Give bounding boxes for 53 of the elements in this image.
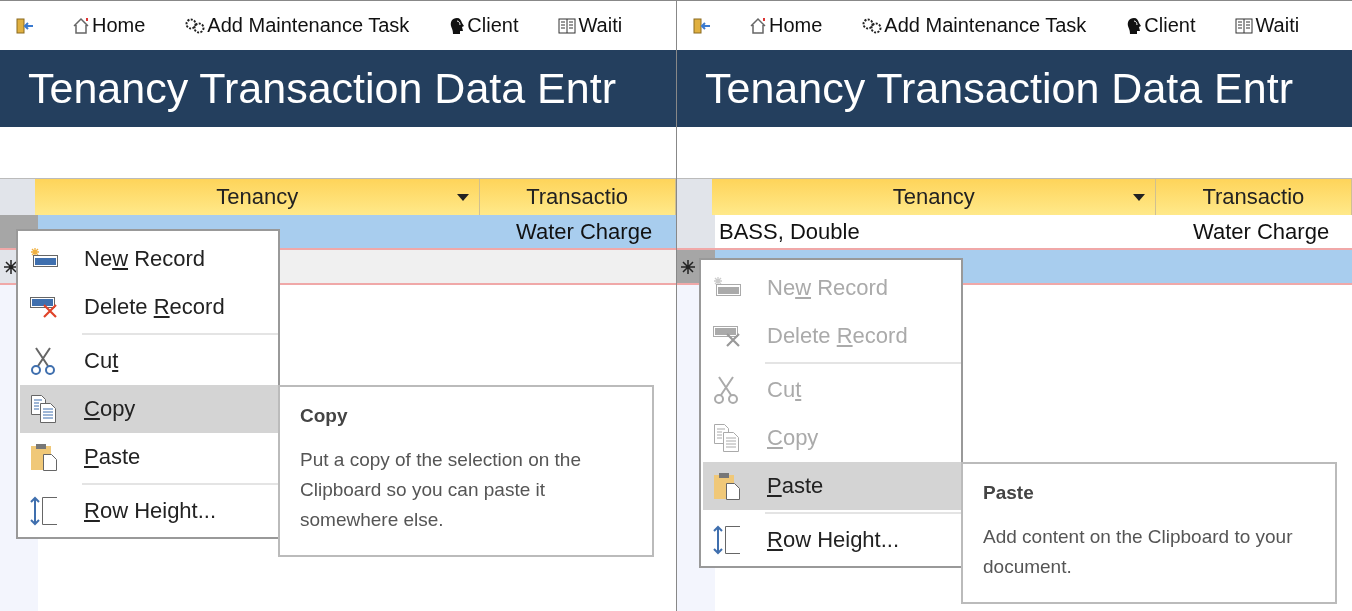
form-title: Tenancy Transaction Data Entr	[0, 50, 676, 127]
toolbar-button[interactable]: Add Maintenance Task	[862, 14, 1087, 37]
toolbar-button[interactable]: Home	[749, 14, 823, 37]
toolbar-button[interactable]: Client	[1126, 14, 1196, 37]
menu-item[interactable]: Delete Record	[20, 283, 280, 331]
tooltip-text: Put a copy of the selection on the Clipboard so you can paste it somewhere else.	[300, 448, 582, 532]
scissors-icon	[30, 347, 56, 375]
toolbar-button[interactable]: Client	[449, 14, 519, 37]
column-header[interactable]: Tenancy	[35, 179, 481, 215]
door-exit-icon	[16, 17, 34, 34]
form-title: Tenancy Transaction Data Entr	[677, 50, 1352, 127]
tooltip-text: Add content on the Clipboard to your document.	[983, 525, 1294, 579]
column-header[interactable]: Transactio	[1156, 179, 1352, 215]
toolbar-button[interactable]: Waiti	[1235, 14, 1300, 37]
paste-icon	[713, 471, 743, 501]
column-header[interactable]: Transactio	[480, 179, 676, 215]
asterisk-icon	[681, 259, 695, 274]
book-icon	[1235, 17, 1254, 34]
toolbar-button[interactable]: Add Maintenance Task	[185, 14, 410, 37]
copy-icon	[713, 423, 741, 453]
home-icon	[72, 16, 90, 35]
toolbar-button[interactable]: Waiti	[558, 14, 623, 37]
table-cell-text: Water Charge	[1193, 217, 1330, 246]
menu-item[interactable]: Copy	[20, 385, 280, 433]
gears-icon	[185, 16, 206, 35]
home-icon	[749, 16, 767, 35]
scissors-icon	[713, 376, 739, 404]
menu-item[interactable]: Cut	[20, 337, 280, 385]
paste-icon	[30, 442, 60, 472]
table-cell-text: BASS, Double	[718, 217, 861, 246]
menu-item[interactable]: Row Height...	[20, 487, 280, 535]
exit-button[interactable]	[16, 17, 34, 34]
menu-item[interactable]: Row Height...	[703, 516, 963, 564]
head-icon	[449, 16, 466, 35]
table-cell-text: Water Charge	[516, 217, 653, 246]
asterisk-icon	[4, 259, 18, 274]
head-icon	[1126, 16, 1143, 35]
dropdown-arrow-icon[interactable]	[457, 194, 470, 201]
tooltip-title: Copy	[300, 405, 349, 427]
exit-button[interactable]	[693, 17, 711, 34]
column-header[interactable]: Tenancy	[712, 179, 1157, 215]
door-exit-icon	[693, 17, 711, 34]
delete-record-icon	[713, 324, 743, 348]
gears-icon	[862, 16, 883, 35]
copy-icon	[30, 394, 58, 424]
row-height-icon	[30, 496, 58, 526]
book-icon	[558, 17, 577, 34]
dropdown-arrow-icon[interactable]	[1133, 194, 1146, 201]
toolbar-button[interactable]: Home	[72, 14, 146, 37]
delete-record-icon	[30, 295, 60, 319]
row-height-icon	[713, 525, 741, 555]
tooltip-title: Paste	[983, 482, 1035, 504]
menu-item[interactable]: Paste	[703, 462, 963, 510]
